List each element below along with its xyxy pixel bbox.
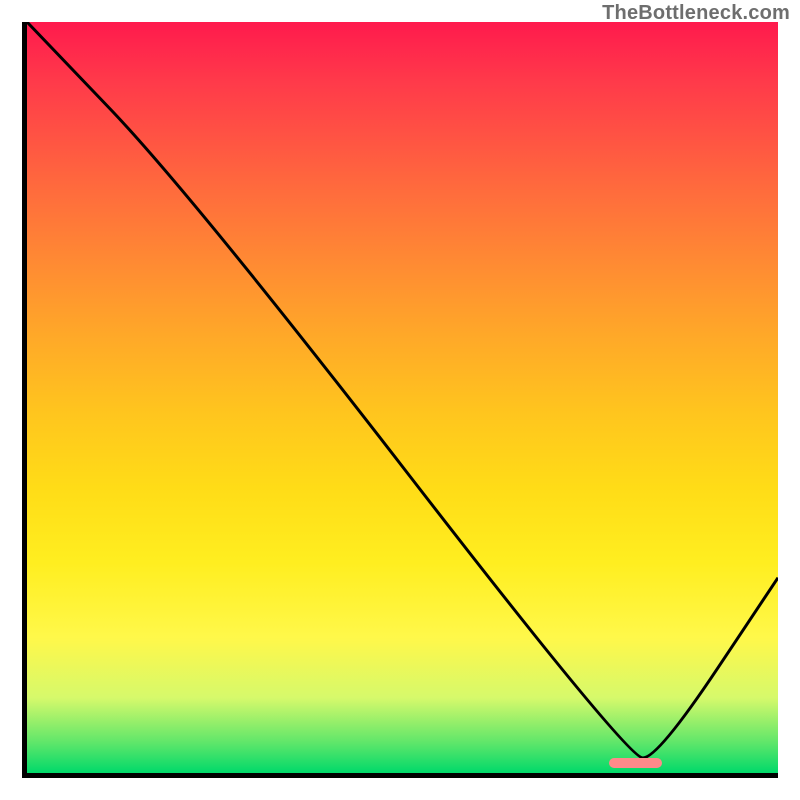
- chart-frame: TheBottleneck.com: [0, 0, 800, 800]
- optimal-range-marker: [609, 758, 662, 768]
- plot-area: [22, 22, 778, 778]
- marker-layer: [27, 22, 778, 773]
